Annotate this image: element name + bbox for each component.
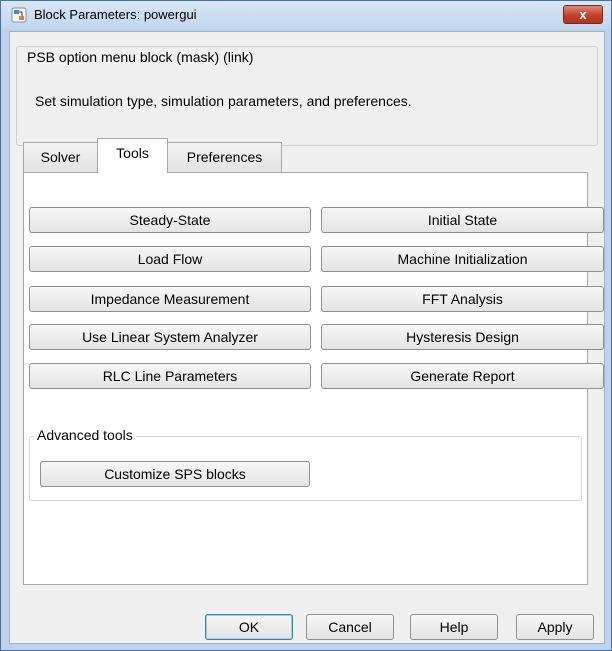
dialog-window: Block Parameters: powergui x PSB option … [0,0,612,651]
cancel-button[interactable]: Cancel [306,614,394,640]
load-flow-button[interactable]: Load Flow [29,246,311,272]
tab-solver[interactable]: Solver [23,142,98,172]
steady-state-button[interactable]: Steady-State [29,207,311,233]
hysteresis-design-button[interactable]: Hysteresis Design [321,324,604,350]
rlc-line-parameters-button[interactable]: RLC Line Parameters [29,363,311,389]
tab-preferences[interactable]: Preferences [167,142,282,172]
fft-analysis-button[interactable]: FFT Analysis [321,286,604,312]
initial-state-button[interactable]: Initial State [321,207,604,233]
mask-type-label: PSB option menu block (mask) (link) [24,49,257,65]
impedance-measurement-button[interactable]: Impedance Measurement [29,286,311,312]
mask-description: Set simulation type, simulation paramete… [35,93,412,109]
customize-sps-blocks-button[interactable]: Customize SPS blocks [40,461,310,487]
generate-report-button[interactable]: Generate Report [321,363,604,389]
title-bar[interactable]: Block Parameters: powergui x [1,1,611,29]
help-button[interactable]: Help [410,614,498,640]
apply-button[interactable]: Apply [516,614,594,640]
linear-system-analyzer-button[interactable]: Use Linear System Analyzer [29,324,311,350]
dialog-client-area: PSB option menu block (mask) (link) Set … [9,31,605,644]
advanced-tools-group: Advanced tools Customize SPS blocks [29,427,582,501]
close-icon: x [579,7,587,22]
tools-tab-panel: Steady-State Initial State Load Flow Mac… [23,172,604,585]
mask-description-group: PSB option menu block (mask) (link) Set … [16,46,598,146]
simulink-block-icon [11,7,27,23]
window-title: Block Parameters: powergui [34,7,197,22]
ok-button[interactable]: OK [205,614,293,640]
machine-initialization-button[interactable]: Machine Initialization [321,246,604,272]
close-button[interactable]: x [563,5,603,24]
advanced-tools-label: Advanced tools [34,427,136,443]
tab-tools[interactable]: Tools [97,138,168,173]
